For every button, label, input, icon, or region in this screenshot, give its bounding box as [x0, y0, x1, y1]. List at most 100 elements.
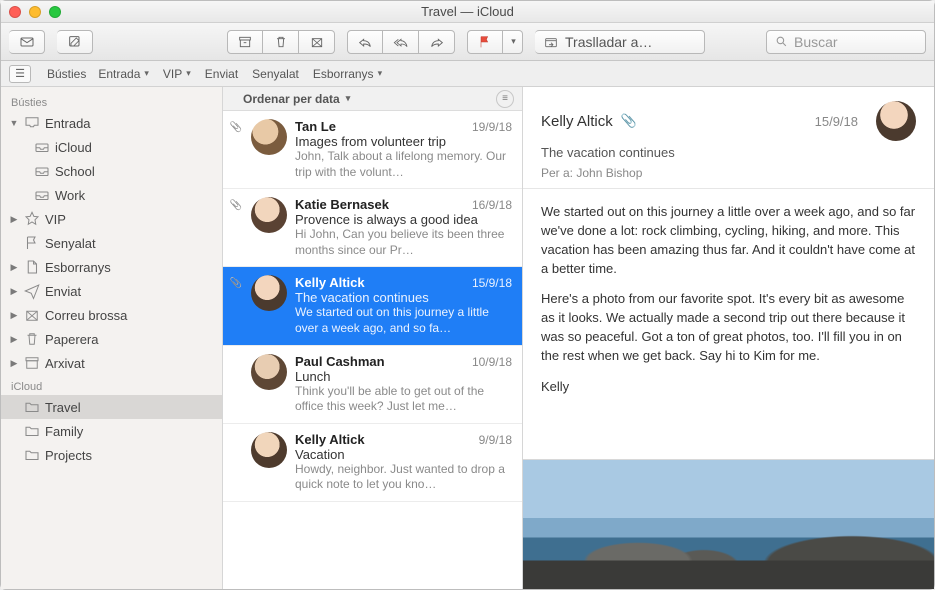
delete-button[interactable] [263, 30, 299, 54]
move-to-button[interactable]: Traslladar a… [535, 30, 705, 54]
sidebar-item-label: Paperera [45, 332, 216, 347]
reader-body[interactable]: We started out on this journey a little … [523, 189, 934, 459]
flag-button[interactable] [467, 30, 503, 54]
disclosure-triangle[interactable]: ▶ [9, 262, 19, 273]
fav-mailboxes-label: Bústies [47, 67, 86, 81]
reply-button[interactable] [347, 30, 383, 54]
message-subject: The vacation continues [295, 290, 512, 305]
sidebar-item-label: Esborranys [45, 260, 216, 275]
filter-button[interactable]: ≡ [496, 90, 514, 108]
attachment-icon: 📎 [621, 113, 637, 129]
message-body: Katie Bernasek16/9/18Provence is always … [295, 197, 512, 258]
sidebar-item-label: iCloud [55, 140, 216, 155]
sidebar-item-arxivat[interactable]: ▶Arxivat [1, 351, 222, 375]
fav-item-senyalat[interactable]: Senyalat [252, 67, 299, 81]
disclosure-triangle[interactable]: ▶ [9, 310, 19, 321]
message-row[interactable]: Tan Le19/9/18Images from volunteer tripJ… [223, 111, 522, 189]
message-list[interactable]: Tan Le19/9/18Images from volunteer tripJ… [223, 111, 522, 589]
attachment-image[interactable] [523, 459, 934, 589]
message-subject: Images from volunteer trip [295, 134, 512, 149]
message-date: 15/9/18 [472, 276, 512, 290]
sidebar-folder-travel[interactable]: Travel [1, 395, 222, 419]
sidebar-folder-family[interactable]: Family [1, 419, 222, 443]
sidebar-item-paperera[interactable]: ▶ Paperera [1, 327, 222, 351]
doc-icon [23, 258, 41, 276]
junk-icon [309, 34, 325, 50]
chevron-down-icon: ▾ [186, 68, 191, 79]
sidebar-item-vip[interactable]: ▶VIP [1, 207, 222, 231]
to-name: John Bishop [576, 166, 642, 180]
archive-icon [23, 354, 41, 372]
message-row[interactable]: Paul Cashman10/9/18LunchThink you'll be … [223, 346, 522, 424]
sidebar-item-esborranys[interactable]: ▶ Esborranys [1, 255, 222, 279]
avatar [251, 432, 287, 468]
sidebar-item-icloud[interactable]: iCloud [1, 135, 222, 159]
reply-all-button[interactable] [383, 30, 419, 54]
reader-paragraph: Kelly [541, 378, 916, 397]
reply-all-icon [393, 34, 409, 50]
flag-menu-button[interactable]: ▾ [503, 30, 523, 54]
forward-button[interactable] [419, 30, 455, 54]
folder-icon [23, 422, 41, 440]
move-to-label: Traslladar a… [565, 34, 652, 50]
avatar [251, 197, 287, 233]
sidebar-section-icloud: iCloud [1, 375, 222, 395]
message-preview: Think you'll be able to get out of the o… [295, 384, 512, 415]
avatar [251, 354, 287, 390]
envelope-icon [19, 34, 35, 50]
window-close-button[interactable] [9, 6, 21, 18]
search-field[interactable]: Buscar [766, 30, 926, 54]
message-row[interactable]: Katie Bernasek16/9/18Provence is always … [223, 189, 522, 267]
move-icon [543, 34, 559, 50]
sidebar-item-senyalat[interactable]: Senyalat [1, 231, 222, 255]
mailboxes-toggle[interactable]: ☰ [9, 65, 31, 83]
favorites-bar: ☰ Bústies Entrada▾ VIP▾ Enviat Senyalat Esbo… [1, 61, 934, 87]
sidebar-item-enviat[interactable]: ▶Enviat [1, 279, 222, 303]
disclosure-triangle[interactable]: ▼ [9, 118, 19, 128]
sort-label: Ordenar per data [243, 92, 340, 106]
fav-mailboxes[interactable]: Bústies [47, 67, 86, 81]
sort-button[interactable]: Ordenar per data ▾ [243, 92, 350, 106]
disclosure-triangle[interactable]: ▶ [9, 334, 19, 345]
message-row[interactable]: Kelly Altick15/9/18The vacation continue… [223, 267, 522, 345]
disclosure-triangle[interactable]: ▶ [9, 286, 19, 297]
fav-item-enviat[interactable]: Enviat [205, 67, 238, 81]
sidebar-folder-projects[interactable]: Projects [1, 443, 222, 467]
fav-item-esborranys[interactable]: Esborranys▾ [313, 67, 382, 81]
avatar [251, 275, 287, 311]
sidebar-item-correu-brossa[interactable]: ▶ Correu brossa [1, 303, 222, 327]
toolbar: ▾ Traslladar a… Buscar [1, 23, 934, 61]
sidebar-item-work[interactable]: Work [1, 183, 222, 207]
sidebar-item-school[interactable]: School [1, 159, 222, 183]
flag-icon [477, 34, 493, 50]
get-mail-button[interactable] [9, 30, 45, 54]
reader-pane: Kelly Altick 📎 15/9/18 The vacation cont… [523, 87, 934, 589]
window-minimize-button[interactable] [29, 6, 41, 18]
message-date: 16/9/18 [472, 198, 512, 212]
message-preview: We started out on this journey a little … [295, 305, 512, 336]
disclosure-triangle[interactable]: ▶ [9, 214, 19, 225]
message-body: Tan Le19/9/18Images from volunteer tripJ… [295, 119, 512, 180]
window-zoom-button[interactable] [49, 6, 61, 18]
message-preview: John, Talk about a lifelong memory. Our … [295, 149, 512, 180]
sidebar-item-label: Senyalat [45, 236, 216, 251]
reader-recipients: Per a: John Bishop [541, 166, 916, 180]
sidebar-item-entrada[interactable]: ▼Entrada [1, 111, 222, 135]
message-date: 19/9/18 [472, 120, 512, 134]
flag-icon [23, 234, 41, 252]
reader-avatar [876, 101, 916, 141]
archive-button[interactable] [227, 30, 263, 54]
fav-item-vip[interactable]: VIP▾ [163, 67, 191, 81]
window-titlebar: Travel — iCloud [1, 1, 934, 23]
fav-item-entrada[interactable]: Entrada▾ [98, 67, 149, 81]
archive-icon [237, 34, 253, 50]
sidebar-item-label: Correu brossa [45, 308, 216, 323]
message-row[interactable]: Kelly Altick9/9/18VacationHowdy, neighbo… [223, 424, 522, 502]
chevron-down-icon: ▾ [346, 93, 351, 104]
junk-button[interactable] [299, 30, 335, 54]
reader-subject: The vacation continues [541, 145, 916, 160]
disclosure-triangle[interactable]: ▶ [9, 358, 19, 369]
compose-button[interactable] [57, 30, 93, 54]
trash-icon [23, 330, 41, 348]
message-date: 9/9/18 [479, 433, 512, 447]
